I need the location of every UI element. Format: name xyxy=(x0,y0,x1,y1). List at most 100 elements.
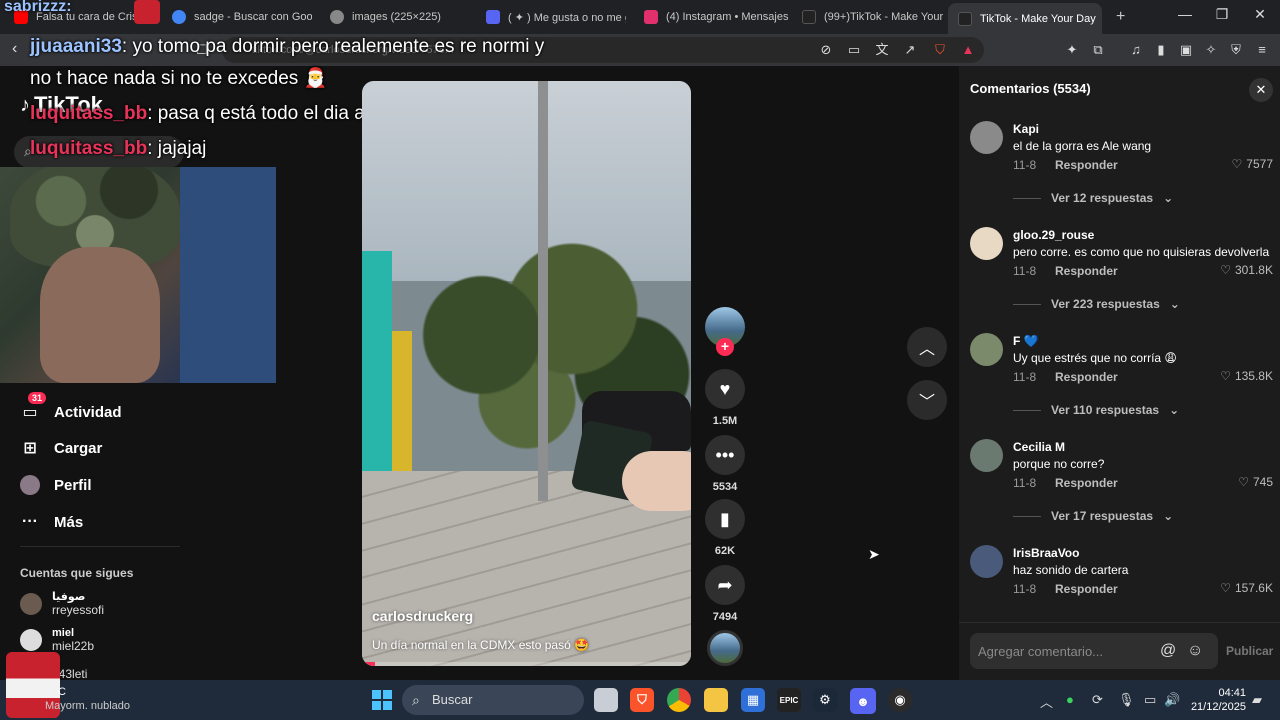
chat-user: jjuaaani33 xyxy=(30,36,122,57)
taskbar-clock[interactable]: 04:41 21/12/2025 xyxy=(1190,686,1246,714)
comment-action[interactable]: ••• 5534 xyxy=(704,435,746,493)
heart-outline-icon: ♡ xyxy=(1238,475,1249,489)
view-replies-button[interactable]: Ver 110 respuestas ⌄ xyxy=(1013,403,1179,417)
video-username[interactable]: carlosdruckerg xyxy=(372,608,473,624)
tab-images[interactable]: images (225×225) xyxy=(320,4,470,30)
view-replies-button[interactable]: Ver 12 respuestas ⌄ xyxy=(1013,191,1173,205)
music-disc-icon[interactable] xyxy=(707,630,743,666)
avatar[interactable] xyxy=(970,545,1003,578)
tab-discord[interactable]: ( ✦ ) Me gusta o no me gu... xyxy=(476,4,626,30)
brave-shield-icon[interactable]: ⛉ xyxy=(932,42,948,58)
reply-button[interactable]: Responder xyxy=(1055,264,1118,278)
comment-user[interactable]: Cecilia M xyxy=(1013,440,1065,454)
weather-temp[interactable]: C xyxy=(58,686,66,698)
network-icon[interactable]: ▭ xyxy=(1144,692,1156,708)
weather-description[interactable]: Mayorm. nublado xyxy=(45,700,130,712)
following-item[interactable]: صوفيا rreyessofi xyxy=(20,591,104,617)
music-icon[interactable]: ♫ xyxy=(1128,42,1144,58)
close-comments-button[interactable]: ✕ xyxy=(1249,78,1273,102)
menu-icon[interactable]: ≡ xyxy=(1254,42,1270,58)
comment-like-button[interactable]: ♡ 135.8K xyxy=(1220,369,1273,383)
share-icon[interactable]: ↗ xyxy=(902,42,918,58)
no-camera-icon[interactable]: ⊘ xyxy=(818,42,834,58)
task-view-icon[interactable] xyxy=(594,688,618,712)
extensions-icon[interactable]: ✦ xyxy=(1064,42,1080,58)
heart-icon[interactable]: ♥ xyxy=(705,369,745,409)
steam-icon[interactable]: ⚙ xyxy=(813,688,837,712)
bookmark-icon[interactable]: ▮ xyxy=(705,499,745,539)
microphone-icon[interactable]: 🎙 xyxy=(1118,692,1135,708)
reply-button[interactable]: Responder xyxy=(1055,476,1118,490)
windows-start-icon[interactable] xyxy=(370,688,394,712)
comment-icon[interactable]: ••• xyxy=(705,435,745,475)
taskbar-search[interactable]: ⌕ Buscar xyxy=(402,685,584,715)
next-video-button[interactable]: ﹀ xyxy=(907,380,947,420)
follow-plus-icon[interactable]: + xyxy=(716,338,734,356)
comment-user[interactable]: F 💙 xyxy=(1013,334,1039,348)
back-icon[interactable]: ‹ xyxy=(12,40,17,58)
view-replies-button[interactable]: Ver 223 respuestas ⌄ xyxy=(1013,297,1180,311)
comment-user[interactable]: IrisBraaVoo xyxy=(1013,546,1079,560)
avatar[interactable] xyxy=(970,333,1003,366)
sync-icon[interactable]: ⟳ xyxy=(1092,692,1103,708)
vpn-icon[interactable]: ⛨ xyxy=(1228,42,1244,58)
comment-like-button[interactable]: ♡ 745 xyxy=(1238,475,1273,489)
nav-profile[interactable]: Perfil xyxy=(20,475,92,495)
mention-icon[interactable]: @ xyxy=(1160,642,1176,660)
comment-like-button[interactable]: ♡ 157.6K xyxy=(1220,581,1273,595)
new-tab-button[interactable]: + xyxy=(1106,4,1134,30)
previous-video-button[interactable]: ︿ xyxy=(907,327,947,367)
screenshot-icon[interactable]: ⧉ xyxy=(1090,42,1106,58)
tab-google[interactable]: sadge - Buscar con Google xyxy=(162,4,312,30)
avatar[interactable] xyxy=(970,439,1003,472)
share-action[interactable]: ➦ 7494 xyxy=(704,565,746,623)
view-replies-button[interactable]: Ver 17 respuestas ⌄ xyxy=(1013,509,1173,523)
tab-title: ( ✦ ) Me gusta o no me gu... xyxy=(508,11,626,24)
sidebar-icon[interactable]: ▮ xyxy=(1153,42,1169,58)
save-action[interactable]: ▮ 62K xyxy=(704,499,746,557)
notification-icon[interactable]: ▰ xyxy=(1252,692,1262,708)
post-comment-button[interactable]: Publicar xyxy=(1226,644,1273,658)
tab-tiktok-active[interactable]: TikTok - Make Your Day ✕ xyxy=(948,3,1102,34)
video-progress-bar[interactable] xyxy=(362,662,691,666)
comment-like-button[interactable]: ♡ 301.8K xyxy=(1220,263,1273,277)
translate-icon[interactable]: 文 xyxy=(874,42,890,58)
like-action[interactable]: ♥ 1.5M xyxy=(704,369,746,427)
following-item[interactable]: miel miel22b xyxy=(20,627,94,653)
obs-icon[interactable]: ◉ xyxy=(888,688,912,712)
brave-browser-icon[interactable]: ⛉ xyxy=(630,688,654,712)
comment-input[interactable] xyxy=(970,633,1156,669)
comment-user[interactable]: Kapi xyxy=(1013,122,1039,136)
reply-button[interactable]: Responder xyxy=(1055,158,1118,172)
comment-like-button[interactable]: ♡ 7577 xyxy=(1232,157,1273,171)
avatar[interactable] xyxy=(970,227,1003,260)
comment-user[interactable]: gloo.29_rouse xyxy=(1013,228,1094,242)
video-player[interactable]: carlosdruckerg Un día normal en la CDMX … xyxy=(362,81,691,666)
close-window-icon[interactable]: ✕ xyxy=(1245,6,1275,23)
globe-icon xyxy=(330,10,344,24)
nav-activity[interactable]: ▭ 31 Actividad xyxy=(20,392,122,422)
nav-more[interactable]: ··· Más xyxy=(20,512,83,532)
nav-upload[interactable]: ⊞ Cargar xyxy=(20,438,102,458)
cast-icon[interactable]: ▭ xyxy=(846,42,862,58)
maximize-icon[interactable]: ❐ xyxy=(1207,6,1237,23)
wallet-icon[interactable]: ▣ xyxy=(1178,42,1194,58)
share-arrow-icon[interactable]: ➦ xyxy=(705,565,745,605)
volume-icon[interactable]: 🔊 xyxy=(1164,692,1180,708)
minimize-icon[interactable]: — xyxy=(1170,6,1200,22)
status-dot-icon[interactable]: ● xyxy=(1066,692,1074,707)
chrome-icon[interactable] xyxy=(667,688,691,712)
tab-instagram[interactable]: (4) Instagram • Mensajes xyxy=(634,4,794,30)
file-explorer-icon[interactable] xyxy=(704,688,728,712)
reply-button[interactable]: Responder xyxy=(1055,582,1118,596)
brave-rewards-icon[interactable]: ▲ xyxy=(960,42,976,58)
discord-icon[interactable]: ☻ xyxy=(850,688,876,714)
chevron-up-icon[interactable]: ︿ xyxy=(1040,692,1053,711)
emoji-icon[interactable]: ☺ xyxy=(1187,642,1203,660)
reply-button[interactable]: Responder xyxy=(1055,370,1118,384)
tab-tiktok[interactable]: (99+)TikTok - Make Your D... xyxy=(792,4,944,30)
leo-ai-icon[interactable]: ✧ xyxy=(1203,42,1219,58)
epic-games-icon[interactable]: EPIC xyxy=(777,688,801,712)
store-icon[interactable]: ▦ xyxy=(741,688,765,712)
avatar[interactable] xyxy=(970,121,1003,154)
